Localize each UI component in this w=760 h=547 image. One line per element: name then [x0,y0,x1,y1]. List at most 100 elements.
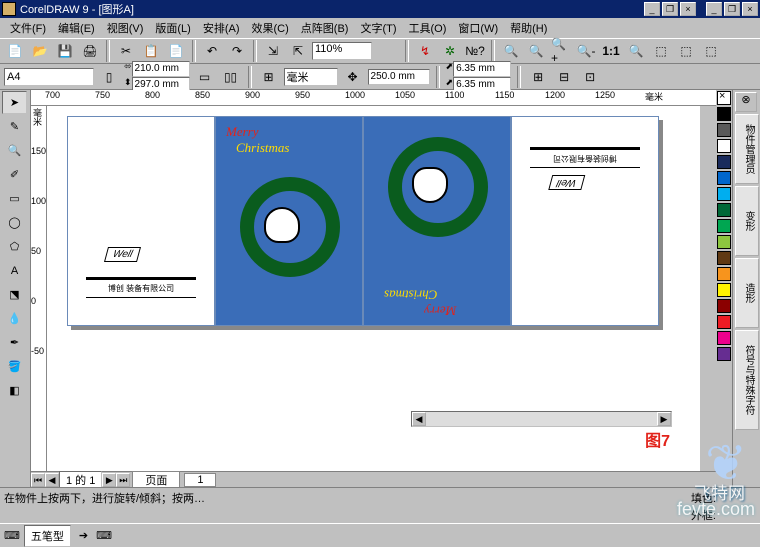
color-yellow[interactable] [717,283,731,297]
interactive-fill-tool[interactable]: ◧ [2,379,27,402]
minimize-button[interactable]: _ [644,2,660,16]
color-lime[interactable] [717,235,731,249]
color-cyan[interactable] [717,187,731,201]
card-panel-3[interactable]: Christmas Merry [363,116,511,326]
menu-edit[interactable]: 编辑(E) [52,18,101,38]
zoom-width-button[interactable]: ⬚ [675,40,697,62]
card-panel-2[interactable]: Merry Christmas [215,116,363,326]
save-button[interactable]: 💾 [54,40,76,62]
color-magenta[interactable] [717,331,731,345]
doc-restore-button[interactable]: ❐ [724,2,740,16]
menu-view[interactable]: 视图(V) [101,18,150,38]
menu-tools[interactable]: 工具(O) [403,18,453,38]
docker-symbols[interactable]: 符号与特殊字符 [735,330,759,430]
outline-tool[interactable]: ✒ [2,331,27,354]
zoom-all-button[interactable]: 🔍 [525,40,547,62]
copy-button[interactable]: 📋 [140,40,162,62]
close-button[interactable]: × [680,2,696,16]
doc-close-button[interactable]: × [742,2,758,16]
zoom-tool[interactable]: 🔍 [2,139,27,162]
zoom-height-button[interactable]: ⬚ [700,40,722,62]
interactive-tool[interactable]: ⬔ [2,283,27,306]
zoom-fit-button[interactable]: ⬚ [650,40,672,62]
eyedropper-tool[interactable]: 💧 [2,307,27,330]
zoom-out-button[interactable]: 🔍- [575,40,597,62]
next-page-button[interactable]: ▶ [102,473,116,487]
portrait-button[interactable]: ▯ [98,66,120,88]
units-select[interactable]: 毫米 [284,68,338,86]
menu-arrange[interactable]: 安排(A) [197,18,246,38]
no-color-swatch[interactable]: × [717,91,731,105]
menu-window[interactable]: 窗口(W) [452,18,504,38]
color-white[interactable] [717,139,731,153]
menu-bitmaps[interactable]: 点阵图(B) [295,18,355,38]
rectangle-tool[interactable]: ▭ [2,187,27,210]
menu-effects[interactable]: 效果(C) [246,18,295,38]
polygon-tool[interactable]: ⬠ [2,235,27,258]
page-1-tab[interactable]: 1 [184,473,216,487]
color-darkgreen[interactable] [717,203,731,217]
color-green[interactable] [717,219,731,233]
cut-button[interactable]: ✂ [115,40,137,62]
nudge-input[interactable]: 250.0 mm [368,69,430,85]
doc-minimize-button[interactable]: _ [706,2,722,16]
restore-button[interactable]: ❐ [662,2,678,16]
last-page-button[interactable]: ⏭ [116,473,130,487]
corel-online-button[interactable]: ↯ [414,40,436,62]
zoom-page-button[interactable]: 🔍 [500,40,522,62]
undo-button[interactable]: ↶ [201,40,223,62]
ruler-vertical[interactable]: 毫米 150 100 50 0 -50 [31,106,47,487]
new-button[interactable]: 📄 [4,40,26,62]
docker-transform[interactable]: 变形 [735,186,759,256]
grid-button[interactable]: ⊡ [579,66,601,88]
menu-help[interactable]: 帮助(H) [504,18,553,38]
snap-button[interactable]: ⊞ [527,66,549,88]
zoom-11-button[interactable]: 1:1 [600,40,622,62]
freehand-tool[interactable]: ✐ [2,163,27,186]
what-button[interactable]: №? [464,40,486,62]
import-button[interactable]: ⇲ [262,40,284,62]
page-width-input[interactable]: 210.0 mm [132,61,190,77]
horizontal-scrollbar[interactable]: ◀▶ [411,411,672,427]
color-navy[interactable] [717,155,731,169]
prev-page-button[interactable]: ◀ [45,473,59,487]
landscape-button[interactable]: ▭ [194,66,216,88]
page-tab[interactable]: 页面 [132,471,180,489]
pick-tool[interactable]: ➤ [2,91,27,114]
color-blue[interactable] [717,171,731,185]
ime-button-1[interactable]: ➔ [75,527,92,544]
export-button[interactable]: ⇱ [287,40,309,62]
first-page-button[interactable]: ⏮ [31,473,45,487]
shape-tool[interactable]: ✎ [2,115,27,138]
color-orange[interactable] [717,267,731,281]
ime-button-2[interactable]: ⌨ [92,527,116,544]
ellipse-tool[interactable]: ◯ [2,211,27,234]
redo-button[interactable]: ↷ [226,40,248,62]
layout-button[interactable]: ▯▯ [220,66,242,88]
zoom-sel-button[interactable]: 🔍 [625,40,647,62]
color-black[interactable] [717,107,731,121]
ime-indicator[interactable]: 五笔型 [24,525,71,547]
color-gray[interactable] [717,123,731,137]
card-panel-4[interactable]: 博创装备有限公司 Well [511,116,659,326]
menu-text[interactable]: 文字(T) [354,18,402,38]
zoom-level-select[interactable]: 110% [312,42,372,60]
print-button[interactable]: 🖨 [79,40,101,62]
paste-button[interactable]: 📄 [165,40,187,62]
menu-layout[interactable]: 版面(L) [149,18,196,38]
docker-object-manager[interactable]: 物件管理员 [735,114,759,184]
scripts-button[interactable]: ✲ [439,40,461,62]
text-tool[interactable]: A [2,259,27,282]
color-purple[interactable] [717,347,731,361]
paper-size-select[interactable]: A4 [4,68,94,86]
dup-x-input[interactable]: 6.35 mm [453,61,511,77]
docker-shaping[interactable]: 造形 [735,258,759,328]
fill-tool[interactable]: 🪣 [2,355,27,378]
color-darkred[interactable] [717,299,731,313]
guides-button[interactable]: ⊟ [553,66,575,88]
card-panel-1[interactable]: Well 博创 装备有限公司 [67,116,215,326]
color-red[interactable] [717,315,731,329]
menu-file[interactable]: 文件(F) [4,18,52,38]
ruler-horizontal[interactable]: 700 750 800 850 900 950 1000 1050 1100 1… [31,90,716,106]
open-button[interactable]: 📂 [29,40,51,62]
